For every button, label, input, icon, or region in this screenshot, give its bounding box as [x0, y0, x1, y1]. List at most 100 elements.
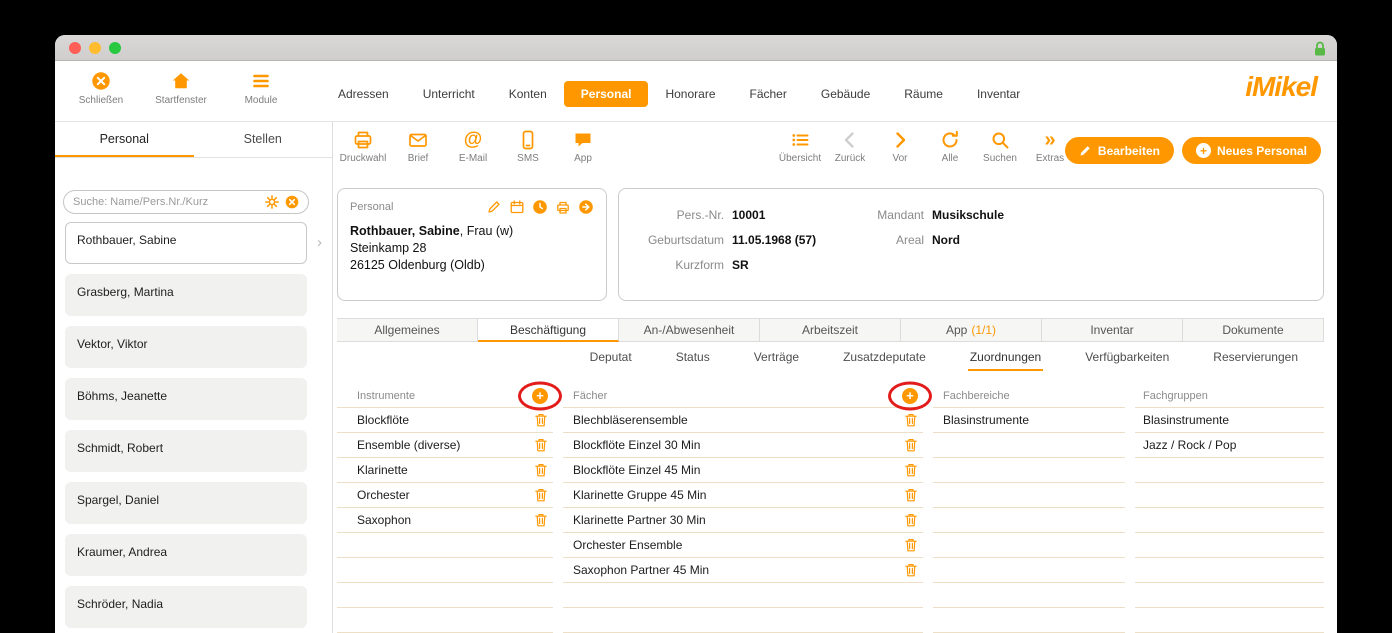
instrumente-column: Instrumente + Blockflöte Ensemble (diver…: [337, 381, 562, 633]
module-nav-tab[interactable]: Konten: [492, 81, 564, 107]
zurueck-action[interactable]: Zurück: [827, 129, 873, 164]
delete-icon[interactable]: [905, 538, 917, 552]
subtab[interactable]: Zuordnungen: [967, 350, 1044, 371]
person-name-suffix: , Frau (w): [459, 224, 514, 238]
module-nav-tab[interactable]: Räume: [887, 81, 960, 107]
fachbereich-row: Blasinstrumente: [933, 408, 1125, 433]
detail-tab[interactable]: Beschäftigung: [478, 318, 619, 342]
app-message-action[interactable]: App: [560, 129, 606, 164]
window-zoom-button[interactable]: [109, 42, 121, 54]
delete-icon[interactable]: [905, 438, 917, 452]
delete-icon[interactable]: [905, 563, 917, 577]
module-nav-tab[interactable]: Fächer: [733, 81, 804, 107]
person-list-item[interactable]: Kraumer, Andrea ›: [65, 534, 307, 576]
search-input[interactable]: [73, 196, 259, 208]
forward-arrow-icon[interactable]: [578, 199, 594, 215]
subtab[interactable]: Zusatzdeputate: [841, 350, 928, 371]
person-full-name: Rothbauer, Sabine: [350, 224, 460, 238]
clock-icon[interactable]: [532, 199, 548, 215]
calendar-icon[interactable]: [509, 199, 525, 215]
list-icon: [792, 134, 809, 146]
schliessen-button[interactable]: Schließen: [75, 70, 127, 106]
faecher-rows: Blechbläserensemble Blockflöte Einzel 30…: [563, 408, 923, 633]
field-value: Musikschule: [932, 207, 1005, 222]
startfenster-button[interactable]: Startfenster: [155, 70, 207, 106]
person-list-item[interactable]: Schmidt, Robert ›: [65, 430, 307, 472]
record-nav-actions: Übersicht Zurück Vor Alle Suchen » Extra…: [777, 129, 1073, 164]
instrument-row: Klarinette: [337, 458, 553, 483]
person-name: Grasberg, Martina: [77, 285, 174, 299]
bearbeiten-button[interactable]: Bearbeiten: [1064, 137, 1174, 164]
clear-search-icon[interactable]: [285, 195, 299, 209]
delete-icon[interactable]: [535, 413, 547, 427]
module-nav-tab[interactable]: Gebäude: [804, 81, 887, 107]
uebersicht-action[interactable]: Übersicht: [777, 129, 823, 164]
vor-action[interactable]: Vor: [877, 129, 923, 164]
druckwahl-action[interactable]: Druckwahl: [340, 129, 386, 164]
add-fach-button[interactable]: +: [902, 387, 918, 404]
detail-tab[interactable]: App (1/1): [901, 318, 1042, 342]
button-label: Startfenster: [155, 95, 207, 106]
module-nav-tab[interactable]: Adressen: [321, 81, 406, 107]
delete-icon[interactable]: [905, 413, 917, 427]
field-label: Areal: [895, 232, 924, 247]
gear-icon[interactable]: [265, 195, 279, 209]
subtab[interactable]: Verträge: [752, 350, 801, 371]
field-value: SR: [732, 257, 749, 272]
person-list-item[interactable]: Rothbauer, Sabine ›: [65, 222, 322, 264]
print-icon[interactable]: [555, 199, 571, 215]
person-list-item[interactable]: Vektor, Viktor ›: [65, 326, 307, 368]
module-nav-tab[interactable]: Honorare: [648, 81, 732, 107]
fachbereich-row: [933, 458, 1125, 483]
window-minimize-button[interactable]: [89, 42, 101, 54]
delete-icon[interactable]: [905, 513, 917, 527]
delete-icon[interactable]: [535, 463, 547, 477]
delete-icon[interactable]: [905, 488, 917, 502]
add-fach-wrap: +: [888, 381, 932, 410]
delete-icon[interactable]: [535, 488, 547, 502]
alle-action[interactable]: Alle: [927, 129, 973, 164]
person-list-item[interactable]: Schröder, Nadia ›: [65, 586, 307, 628]
suchen-action[interactable]: Suchen: [977, 129, 1023, 164]
person-list-item[interactable]: Grasberg, Martina ›: [65, 274, 307, 316]
person-list-item[interactable]: Spargel, Daniel ›: [65, 482, 307, 524]
edit-icon[interactable]: [486, 199, 502, 215]
detail-tab[interactable]: An-/Abwesenheit: [619, 318, 760, 342]
sms-action[interactable]: SMS: [505, 129, 551, 164]
fachbereich-row: [933, 483, 1125, 508]
email-action[interactable]: @ E-Mail: [450, 129, 496, 164]
subtab[interactable]: Reservierungen: [1211, 350, 1300, 371]
at-icon: @: [463, 129, 483, 150]
detail-tab[interactable]: Inventar: [1042, 318, 1183, 342]
detail-tab[interactable]: Dokumente: [1183, 318, 1324, 342]
module-nav-tab[interactable]: Personal: [563, 81, 649, 107]
window-close-button[interactable]: [69, 42, 81, 54]
instrument-name: Blockflöte: [357, 413, 410, 427]
address-city: 26125 Oldenburg (Oldb): [350, 258, 485, 272]
envelope-icon: [409, 133, 427, 147]
subtab[interactable]: Deputat: [588, 350, 634, 371]
fach-name: Klarinette Partner 30 Min: [573, 513, 706, 527]
sidebar-tab[interactable]: Personal: [55, 122, 194, 157]
delete-icon[interactable]: [535, 438, 547, 452]
delete-icon[interactable]: [535, 513, 547, 527]
fachgruppen-header: Fachgruppen: [1135, 384, 1324, 408]
brief-action[interactable]: Brief: [395, 129, 441, 164]
detail-tab[interactable]: Arbeitszeit: [760, 318, 901, 342]
fach-row: Klarinette Partner 30 Min: [563, 508, 923, 533]
subtab[interactable]: Verfügbarkeiten: [1083, 350, 1171, 371]
card-icons: [486, 199, 594, 215]
module-nav-tab[interactable]: Unterricht: [406, 81, 492, 107]
delete-icon[interactable]: [905, 463, 917, 477]
sidebar-tab[interactable]: Stellen: [194, 122, 333, 157]
person-list-item[interactable]: Böhms, Jeanette ›: [65, 378, 307, 420]
window-titlebar[interactable]: [55, 35, 1337, 61]
subtab[interactable]: Status: [674, 350, 712, 371]
neues-personal-button[interactable]: + Neues Personal: [1181, 137, 1321, 164]
module-button[interactable]: Module: [235, 70, 287, 106]
detail-tab[interactable]: Allgemeines: [337, 318, 478, 342]
add-instrument-button[interactable]: +: [532, 387, 548, 404]
app-toolbar: Schließen Startfenster Module Adressen U…: [55, 61, 1337, 122]
module-nav-tab[interactable]: Inventar: [960, 81, 1037, 107]
action-label: Extras: [1035, 153, 1065, 164]
